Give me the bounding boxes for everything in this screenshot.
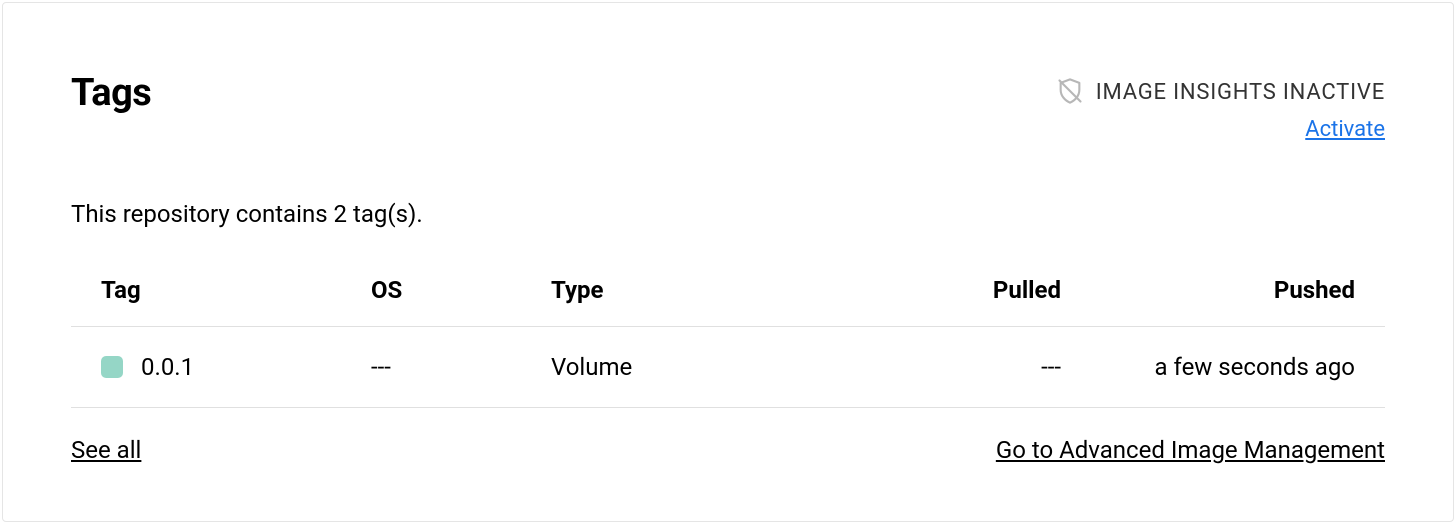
cell-pulled: --- (801, 353, 1061, 381)
col-header-pulled: Pulled (801, 276, 1061, 304)
cell-pushed: a few seconds ago (1061, 353, 1385, 381)
activate-link[interactable]: Activate (1305, 117, 1385, 142)
shield-off-icon (1056, 77, 1084, 107)
insights-status-label: IMAGE INSIGHTS INACTIVE (1096, 80, 1385, 105)
header-row: Tags IMAGE INSIGHTS INACTIVE Activate (71, 71, 1385, 142)
col-header-pushed: Pushed (1061, 276, 1385, 304)
col-header-tag: Tag (71, 276, 371, 304)
tags-table: Tag OS Type Pulled Pushed 0.0.1 --- Volu… (71, 276, 1385, 408)
insights-block: IMAGE INSIGHTS INACTIVE Activate (1056, 77, 1385, 142)
col-header-os: OS (371, 276, 551, 304)
tag-value: 0.0.1 (141, 353, 194, 381)
cell-os: --- (371, 353, 551, 381)
page-title: Tags (71, 71, 151, 115)
cell-tag: 0.0.1 (71, 353, 371, 381)
repo-description: This repository contains 2 tag(s). (71, 200, 1385, 228)
table-header: Tag OS Type Pulled Pushed (71, 276, 1385, 327)
advanced-management-link[interactable]: Go to Advanced Image Management (996, 436, 1385, 464)
footer-row: See all Go to Advanced Image Management (71, 436, 1385, 464)
tag-color-chip (101, 356, 123, 378)
cell-type: Volume (551, 353, 801, 381)
see-all-link[interactable]: See all (71, 436, 141, 464)
table-row[interactable]: 0.0.1 --- Volume --- a few seconds ago (71, 327, 1385, 408)
col-header-type: Type (551, 276, 801, 304)
insights-status-row: IMAGE INSIGHTS INACTIVE (1056, 77, 1385, 107)
tags-card: Tags IMAGE INSIGHTS INACTIVE Activate Th… (2, 2, 1454, 522)
